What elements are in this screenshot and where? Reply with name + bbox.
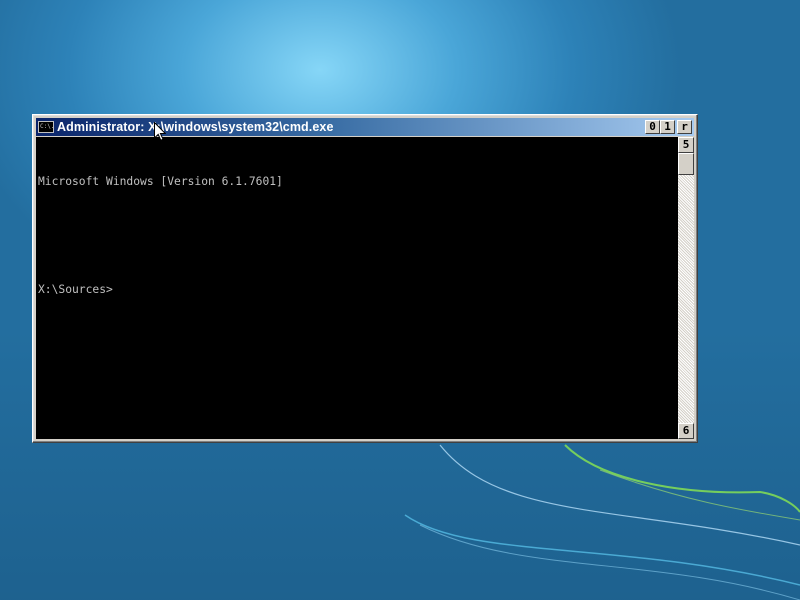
maximize-button[interactable]: 1 <box>660 120 675 134</box>
scroll-thumb[interactable] <box>678 153 694 175</box>
console-line-blank <box>38 227 678 245</box>
cmd-window[interactable]: C:\. Administrator: X:\windows\system32\… <box>32 114 698 443</box>
cmd-icon[interactable]: C:\. <box>38 121 54 133</box>
close-button[interactable]: r <box>677 120 692 134</box>
scroll-down-button[interactable]: 6 <box>678 423 694 439</box>
scroll-up-button[interactable]: 5 <box>678 137 694 153</box>
title-buttons: 0 1 r <box>645 120 692 134</box>
minimize-button[interactable]: 0 <box>645 120 660 134</box>
console-output[interactable]: Microsoft Windows [Version 6.1.7601] X:\… <box>36 137 678 439</box>
window-title: Administrator: X:\windows\system32\cmd.e… <box>57 120 334 134</box>
title-bar[interactable]: C:\. Administrator: X:\windows\system32\… <box>36 118 694 136</box>
desktop: C:\. Administrator: X:\windows\system32\… <box>0 0 800 600</box>
vertical-scrollbar[interactable]: 5 6 <box>678 137 694 439</box>
mouse-pointer-icon <box>154 122 166 141</box>
console-line-version: Microsoft Windows [Version 6.1.7601] <box>38 175 283 188</box>
console-prompt[interactable]: X:\Sources> <box>38 281 678 299</box>
